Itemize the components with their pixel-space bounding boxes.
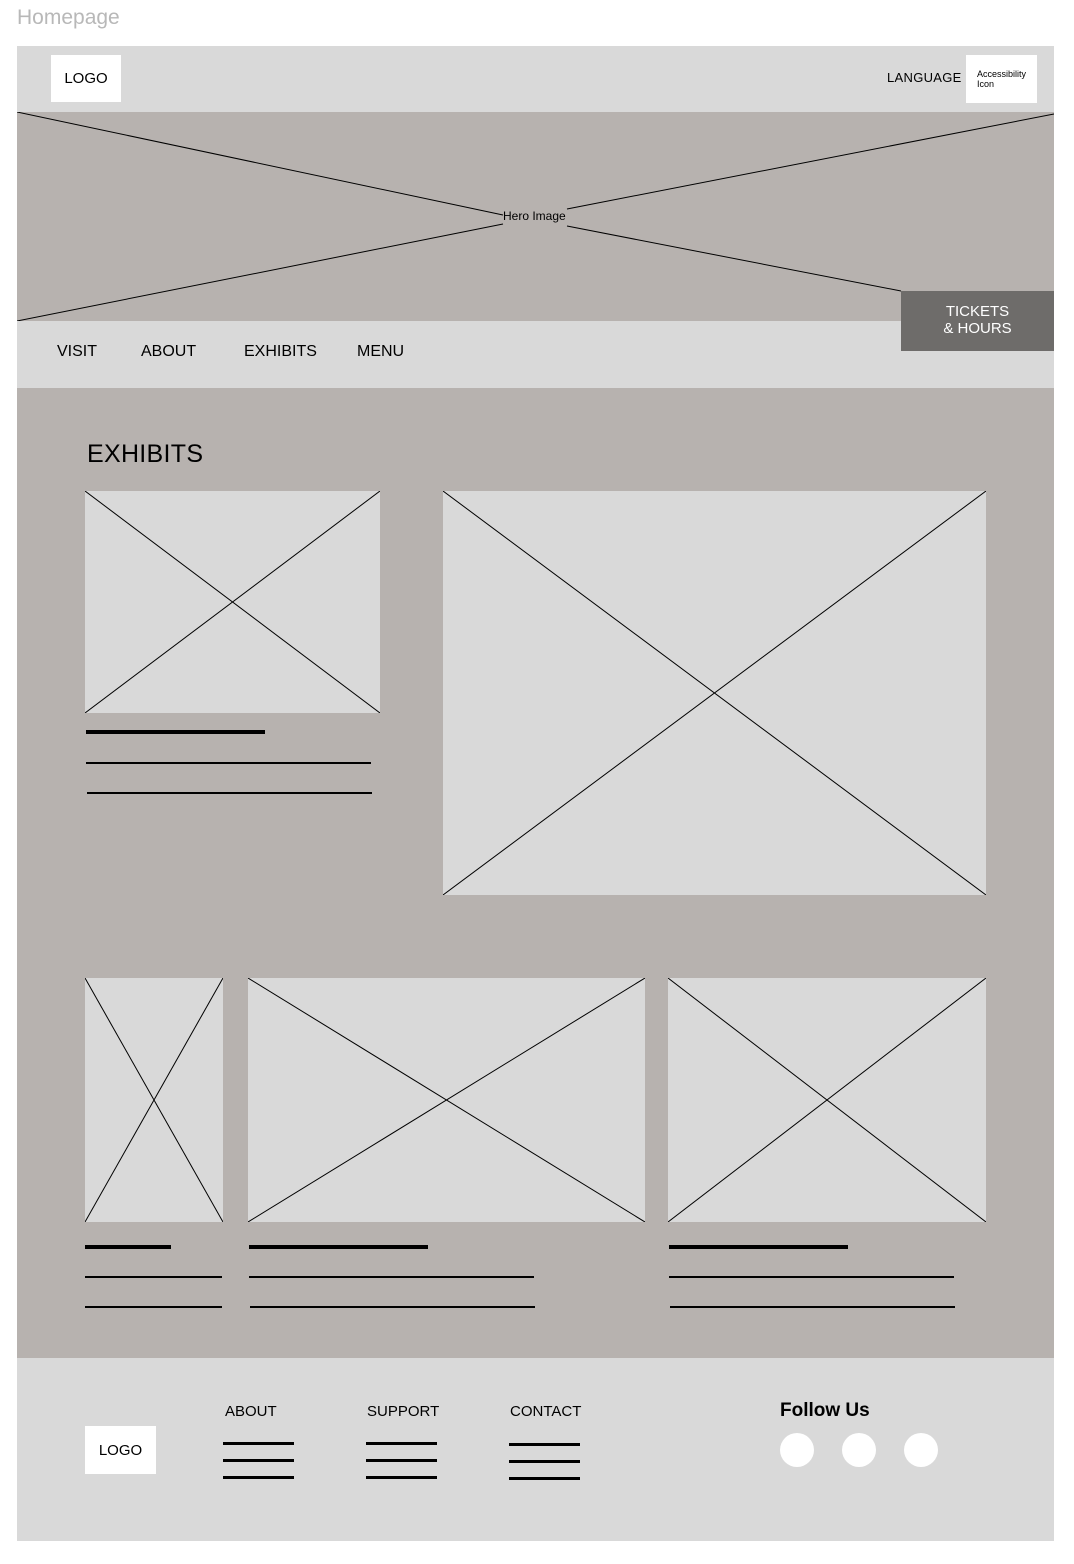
footer-about-link[interactable]: ABOUT xyxy=(225,1403,277,1420)
accessibility-icon[interactable]: Accessibility Icon xyxy=(966,55,1037,103)
exhibit-card-image[interactable] xyxy=(668,978,986,1222)
footer-link-placeholder[interactable] xyxy=(366,1459,437,1462)
exhibit-card-text-placeholder xyxy=(669,1276,954,1278)
hero-image-label: Hero Image xyxy=(503,209,566,223)
exhibit-card-title-placeholder xyxy=(86,730,265,734)
accessibility-label-line1: Accessibility xyxy=(977,69,1027,79)
exhibit-card-title-placeholder xyxy=(669,1245,848,1249)
exhibit-card-image[interactable] xyxy=(85,978,223,1222)
homepage-frame: LOGO LANGUAGE Accessibility Icon Hero Im… xyxy=(17,46,1054,1541)
footer-support-link[interactable]: SUPPORT xyxy=(367,1403,439,1420)
exhibit-card-text-placeholder xyxy=(86,762,371,764)
social-icon[interactable] xyxy=(904,1433,938,1467)
nav-menu[interactable]: MENU xyxy=(357,343,404,361)
exhibit-card-title-placeholder xyxy=(85,1245,171,1249)
exhibits-section: EXHIBITS xyxy=(17,388,1054,1358)
footer-logo-text: LOGO xyxy=(98,1441,143,1459)
exhibits-title: EXHIBITS xyxy=(87,440,204,468)
nav-exhibits[interactable]: EXHIBITS xyxy=(244,343,317,361)
image-placeholder-icon xyxy=(443,491,986,895)
hero-image: Hero Image xyxy=(17,112,1054,321)
exhibit-card-text-placeholder xyxy=(250,1306,535,1308)
tickets-label-line2: & HOURS xyxy=(943,320,1012,337)
image-placeholder-icon xyxy=(248,978,645,1222)
footer-link-placeholder[interactable] xyxy=(509,1460,580,1463)
social-icon[interactable] xyxy=(842,1433,876,1467)
exhibit-card-text-placeholder xyxy=(249,1276,534,1278)
exhibit-card-text-placeholder xyxy=(670,1306,955,1308)
footer-link-placeholder[interactable] xyxy=(366,1442,437,1445)
nav-visit[interactable]: VISIT xyxy=(57,343,97,361)
header-logo[interactable]: LOGO xyxy=(51,55,121,102)
social-icon[interactable] xyxy=(780,1433,814,1467)
image-placeholder-icon xyxy=(85,491,380,713)
footer-link-placeholder[interactable] xyxy=(223,1476,294,1479)
footer-link-placeholder[interactable] xyxy=(366,1476,437,1479)
follow-us-heading: Follow Us xyxy=(780,1400,870,1421)
footer-link-placeholder[interactable] xyxy=(509,1477,580,1480)
footer-contact-link[interactable]: CONTACT xyxy=(510,1403,581,1420)
exhibit-feature-image[interactable] xyxy=(443,491,986,895)
exhibit-card-image[interactable] xyxy=(248,978,645,1222)
footer-link-placeholder[interactable] xyxy=(223,1442,294,1445)
exhibit-card-text-placeholder xyxy=(85,1276,222,1278)
exhibit-card-image[interactable] xyxy=(85,491,380,713)
footer-link-placeholder[interactable] xyxy=(223,1459,294,1462)
frame-label: Homepage xyxy=(17,6,120,29)
exhibit-card-title-placeholder xyxy=(249,1245,428,1249)
tickets-label-line1: TICKETS xyxy=(945,303,1010,320)
tickets-hours-button[interactable]: TICKETS & HOURS xyxy=(901,291,1054,351)
exhibit-card-text-placeholder xyxy=(87,792,372,794)
image-placeholder-icon xyxy=(668,978,986,1222)
image-placeholder-icon xyxy=(85,978,223,1222)
language-selector[interactable]: LANGUAGE xyxy=(887,70,962,85)
accessibility-label-line2: Icon xyxy=(977,79,995,89)
header-logo-text: LOGO xyxy=(64,70,108,87)
exhibit-card-text-placeholder xyxy=(85,1306,222,1308)
footer-link-placeholder[interactable] xyxy=(509,1443,580,1446)
footer-logo[interactable]: LOGO xyxy=(85,1426,156,1474)
nav-about[interactable]: ABOUT xyxy=(141,343,196,361)
